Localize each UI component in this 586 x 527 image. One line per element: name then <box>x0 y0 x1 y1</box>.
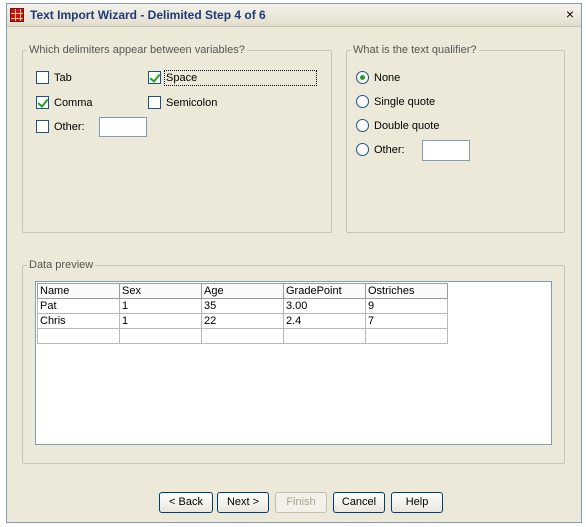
space-checkbox-box[interactable] <box>148 71 161 84</box>
comma-label: Comma <box>54 96 93 109</box>
semicolon-checkbox-box[interactable] <box>148 96 161 109</box>
title-bar[interactable]: Text Import Wizard - Delimited Step 4 of… <box>7 4 581 27</box>
spss-grid-icon <box>10 8 24 22</box>
data-preview-legend: Data preview <box>27 259 96 271</box>
space-label: Space <box>163 69 318 86</box>
table-cell: Pat <box>37 298 120 314</box>
other-delimiter-checkbox[interactable]: Other: <box>36 120 85 133</box>
other-qualifier-label: Other: <box>374 143 405 156</box>
double-quote-label: Double quote <box>374 119 440 132</box>
table-cell: 9 <box>365 298 448 314</box>
data-preview-grid[interactable]: Name Sex Age GradePoint Ostriches Pat 1 … <box>35 281 552 445</box>
other-delimiter-input[interactable] <box>99 117 147 137</box>
table-cell: 2.4 <box>283 313 366 329</box>
table-cell: 1 <box>119 313 202 329</box>
single-quote-radio[interactable]: Single quote <box>356 95 435 108</box>
table-row: Chris 1 22 2.4 7 <box>37 313 448 329</box>
qualifier-legend: What is the text qualifier? <box>351 44 479 56</box>
table-row: Pat 1 35 3.00 9 <box>37 298 448 314</box>
semicolon-checkbox[interactable]: Semicolon <box>148 96 217 109</box>
table-cell: 1 <box>119 298 202 314</box>
other-qualifier-input[interactable] <box>422 140 470 161</box>
column-header[interactable]: Ostriches <box>365 283 448 299</box>
table-cell: 3.00 <box>283 298 366 314</box>
table-cell <box>201 328 284 344</box>
table-cell <box>37 328 120 344</box>
comma-checkbox-box[interactable] <box>36 96 49 109</box>
delimiters-group: Which delimiters appear between variable… <box>22 44 332 233</box>
none-radio-dot[interactable] <box>356 71 369 84</box>
single-quote-label: Single quote <box>374 95 436 108</box>
table-cell: 35 <box>201 298 284 314</box>
space-checkbox[interactable]: Space <box>148 69 318 86</box>
tab-checkbox[interactable]: Tab <box>36 71 72 84</box>
text-import-wizard-dialog: Text Import Wizard - Delimited Step 4 of… <box>6 3 582 523</box>
window-title: Text Import Wizard - Delimited Step 4 of… <box>30 8 266 22</box>
next-button[interactable]: Next > <box>217 492 269 513</box>
back-button[interactable]: < Back <box>159 492 213 513</box>
other-qualifier-radio-dot[interactable] <box>356 143 369 156</box>
tab-label: Tab <box>54 71 72 84</box>
column-header[interactable]: GradePoint <box>283 283 366 299</box>
column-header[interactable]: Sex <box>119 283 202 299</box>
other-delimiter-label: Other: <box>54 120 85 133</box>
double-quote-radio[interactable]: Double quote <box>356 119 439 132</box>
help-button[interactable]: Help <box>391 492 443 513</box>
table-cell <box>283 328 366 344</box>
table-cell: 7 <box>365 313 448 329</box>
single-quote-radio-dot[interactable] <box>356 95 369 108</box>
other-delimiter-checkbox-box[interactable] <box>36 120 49 133</box>
column-header[interactable]: Name <box>37 283 120 299</box>
header-row: Name Sex Age GradePoint Ostriches <box>37 283 448 299</box>
other-qualifier-radio[interactable]: Other: <box>356 143 405 156</box>
none-label: None <box>374 71 401 84</box>
comma-checkbox[interactable]: Comma <box>36 96 93 109</box>
finish-button[interactable]: Finish <box>275 492 327 513</box>
table-row <box>37 328 448 344</box>
column-header[interactable]: Age <box>201 283 284 299</box>
data-preview-table: Name Sex Age GradePoint Ostriches Pat 1 … <box>37 283 448 344</box>
table-cell: 22 <box>201 313 284 329</box>
delimiters-legend: Which delimiters appear between variable… <box>27 44 247 56</box>
semicolon-label: Semicolon <box>166 96 218 109</box>
cancel-button[interactable]: Cancel <box>333 492 385 513</box>
text-qualifier-group: What is the text qualifier? None Single … <box>346 44 565 233</box>
table-cell <box>365 328 448 344</box>
close-button[interactable]: × <box>563 7 577 22</box>
double-quote-radio-dot[interactable] <box>356 119 369 132</box>
table-cell: Chris <box>37 313 120 329</box>
table-cell <box>119 328 202 344</box>
none-radio[interactable]: None <box>356 71 400 84</box>
tab-checkbox-box[interactable] <box>36 71 49 84</box>
